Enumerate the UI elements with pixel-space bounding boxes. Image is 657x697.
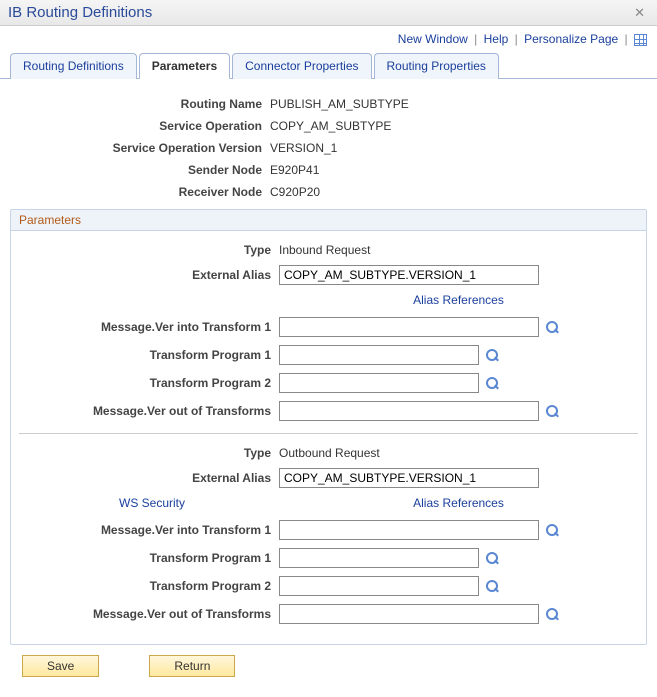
lookup-icon[interactable] xyxy=(546,321,560,335)
personalize-link[interactable]: Personalize Page xyxy=(524,32,618,46)
tprog1-input-out[interactable] xyxy=(279,548,479,568)
lookup-icon[interactable] xyxy=(546,608,560,622)
tprog1-label-out: Transform Program 1 xyxy=(19,551,279,565)
external-alias-label-out: External Alias xyxy=(19,471,279,485)
type-value-out: Outbound Request xyxy=(279,446,638,460)
msg-out-input-out[interactable] xyxy=(279,604,539,624)
msg-in-input-in[interactable] xyxy=(279,317,539,337)
save-button[interactable]: Save xyxy=(22,655,99,677)
tab-strip: Routing Definitions Parameters Connector… xyxy=(0,52,657,79)
divider xyxy=(19,433,638,434)
alias-references-link-out[interactable]: Alias References xyxy=(413,496,504,510)
sender-node-label: Sender Node xyxy=(10,163,270,177)
grid-icon[interactable] xyxy=(634,34,647,46)
lookup-icon[interactable] xyxy=(486,552,500,566)
tab-routing-properties[interactable]: Routing Properties xyxy=(374,53,499,79)
service-operation-value: COPY_AM_SUBTYPE xyxy=(270,119,647,133)
tab-routing-definitions[interactable]: Routing Definitions xyxy=(10,53,137,79)
msg-out-label-out: Message.Ver out of Transforms xyxy=(19,607,279,621)
tab-parameters[interactable]: Parameters xyxy=(139,53,230,79)
service-operation-version-label: Service Operation Version xyxy=(10,141,270,155)
lookup-icon[interactable] xyxy=(546,524,560,538)
sender-node-value: E920P41 xyxy=(270,163,647,177)
lookup-icon[interactable] xyxy=(486,377,500,391)
receiver-node-value: C920P20 xyxy=(270,185,647,199)
tprog2-label-in: Transform Program 2 xyxy=(19,376,279,390)
external-alias-label-in: External Alias xyxy=(19,268,279,282)
tprog2-input-in[interactable] xyxy=(279,373,479,393)
new-window-link[interactable]: New Window xyxy=(398,32,468,46)
lookup-icon[interactable] xyxy=(486,580,500,594)
msg-in-label-in: Message.Ver into Transform 1 xyxy=(19,320,279,334)
routing-name-value: PUBLISH_AM_SUBTYPE xyxy=(270,97,647,111)
service-operation-label: Service Operation xyxy=(10,119,270,133)
page-title: IB Routing Definitions xyxy=(8,4,152,21)
routing-name-label: Routing Name xyxy=(10,97,270,111)
type-label-out: Type xyxy=(19,446,279,460)
service-operation-version-value: VERSION_1 xyxy=(270,141,647,155)
lookup-icon[interactable] xyxy=(546,405,560,419)
msg-in-label-out: Message.Ver into Transform 1 xyxy=(19,523,279,537)
parameters-group-header: Parameters xyxy=(11,210,646,231)
tprog2-input-out[interactable] xyxy=(279,576,479,596)
tprog2-label-out: Transform Program 2 xyxy=(19,579,279,593)
help-link[interactable]: Help xyxy=(484,32,509,46)
external-alias-input-out[interactable] xyxy=(279,468,539,488)
tprog1-label-in: Transform Program 1 xyxy=(19,348,279,362)
ws-security-link[interactable]: WS Security xyxy=(119,496,185,510)
msg-out-input-in[interactable] xyxy=(279,401,539,421)
receiver-node-label: Receiver Node xyxy=(10,185,270,199)
msg-out-label-in: Message.Ver out of Transforms xyxy=(19,404,279,418)
msg-in-input-out[interactable] xyxy=(279,520,539,540)
close-icon[interactable]: ✕ xyxy=(630,5,649,21)
type-value-in: Inbound Request xyxy=(279,243,638,257)
tprog1-input-in[interactable] xyxy=(279,345,479,365)
alias-references-link-in[interactable]: Alias References xyxy=(413,293,504,307)
type-label-in: Type xyxy=(19,243,279,257)
tab-connector-properties[interactable]: Connector Properties xyxy=(232,53,371,79)
external-alias-input-in[interactable] xyxy=(279,265,539,285)
return-button[interactable]: Return xyxy=(149,655,235,677)
top-links: New Window | Help | Personalize Page | xyxy=(0,26,657,52)
lookup-icon[interactable] xyxy=(486,349,500,363)
